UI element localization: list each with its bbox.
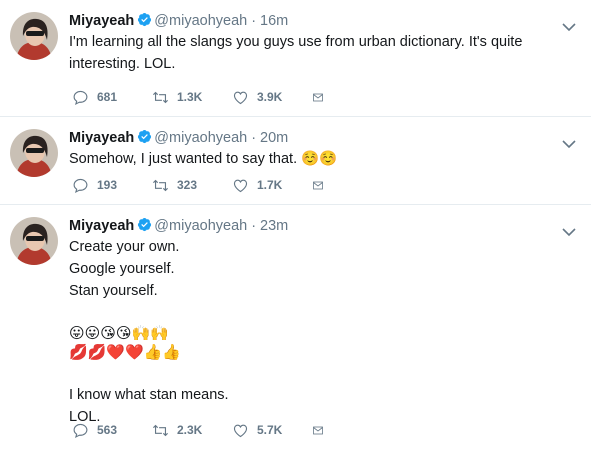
tweet-actions: 681 1.3K 3.9K xyxy=(72,87,332,107)
tweet-text-line: Create your own. xyxy=(69,239,180,255)
tweet-text-line: I know what stan means. xyxy=(69,387,229,403)
tweet[interactable]: Miyayeah @miyaohyeah · 20m Somehow, I just … xyxy=(0,117,591,205)
reply-count: 193 xyxy=(97,177,118,192)
handle[interactable]: @miyaohyeah xyxy=(154,13,247,29)
chevron-down-icon[interactable] xyxy=(559,222,579,242)
verified-badge-icon xyxy=(138,217,152,232)
tweet-text: Somehow, I just wanted to say that. ☺️☺️ xyxy=(69,148,581,170)
avatar[interactable] xyxy=(10,217,58,265)
display-name[interactable]: Miyayeah xyxy=(69,218,134,234)
reply-button[interactable]: 193 xyxy=(72,177,152,194)
tweet-text: I'm learning all the slangs you guys use… xyxy=(69,31,581,75)
emoji-row: 😛😛😘😘🙌🙌 xyxy=(69,325,169,342)
like-button[interactable]: 5.7K xyxy=(232,422,312,439)
reply-button[interactable]: 563 xyxy=(72,422,152,439)
handle[interactable]: @miyaohyeah xyxy=(154,130,247,146)
timestamp[interactable]: 20m xyxy=(260,130,288,146)
tweet-actions: 563 2.3K 5.7K xyxy=(72,420,332,440)
envelope-icon xyxy=(313,93,323,101)
tweet-text-line: Stan yourself. xyxy=(69,283,158,299)
retweet-icon xyxy=(153,179,168,191)
direct-message-button[interactable] xyxy=(312,177,332,194)
display-name[interactable]: Miyayeah xyxy=(69,13,134,29)
tweet-text-line: Somehow, I just wanted to say that. ☺️☺️ xyxy=(69,151,338,167)
envelope-icon xyxy=(313,181,323,189)
retweet-button[interactable]: 323 xyxy=(152,177,232,194)
separator-dot: · xyxy=(251,13,257,29)
tweet-header: Miyayeah @miyaohyeah · 23m xyxy=(69,216,581,236)
tweet-text-line: Google yourself. xyxy=(69,261,175,277)
verified-badge-icon xyxy=(138,129,152,144)
reply-count: 681 xyxy=(97,89,118,104)
retweet-count: 323 xyxy=(177,177,198,192)
heart-icon xyxy=(233,424,248,437)
retweet-icon xyxy=(153,424,168,436)
tweet-text-line: I'm learning all the slangs you guys use… xyxy=(69,34,523,50)
timeline: Miyayeah @miyaohyeah · 16m I'm learning all… xyxy=(0,0,591,451)
heart-icon xyxy=(233,91,248,104)
chevron-down-icon[interactable] xyxy=(559,17,579,37)
like-button[interactable]: 1.7K xyxy=(232,177,312,194)
chevron-down-icon[interactable] xyxy=(559,134,579,154)
timestamp[interactable]: 16m xyxy=(260,13,288,29)
retweet-count: 2.3K xyxy=(177,422,203,437)
avatar[interactable] xyxy=(10,129,58,177)
reply-icon xyxy=(73,423,88,438)
direct-message-button[interactable] xyxy=(312,89,332,106)
verified-badge-icon xyxy=(138,12,152,27)
timestamp[interactable]: 23m xyxy=(260,218,288,234)
tweet[interactable]: Miyayeah @miyaohyeah · 23m Create your own.… xyxy=(0,205,591,451)
avatar[interactable] xyxy=(10,12,58,60)
handle[interactable]: @miyaohyeah xyxy=(154,218,247,234)
emoji-row: 💋💋❤️❤️👍👍 xyxy=(69,344,182,361)
reply-count: 563 xyxy=(97,422,118,437)
retweet-button[interactable]: 1.3K xyxy=(152,89,232,106)
separator-dot: · xyxy=(251,130,257,146)
retweet-count: 1.3K xyxy=(177,89,203,104)
like-count: 3.9K xyxy=(257,89,283,104)
like-count: 1.7K xyxy=(257,177,283,192)
retweet-button[interactable]: 2.3K xyxy=(152,422,232,439)
heart-icon xyxy=(233,179,248,192)
reply-button[interactable]: 681 xyxy=(72,89,152,106)
display-name[interactable]: Miyayeah xyxy=(69,130,134,146)
tweet-header: Miyayeah @miyaohyeah · 16m xyxy=(69,11,581,31)
reply-icon xyxy=(73,178,88,193)
like-count: 5.7K xyxy=(257,422,283,437)
envelope-icon xyxy=(313,426,323,434)
direct-message-button[interactable] xyxy=(312,422,332,439)
separator-dot: · xyxy=(251,218,257,234)
tweet-actions: 193 323 1.7K xyxy=(72,175,332,195)
tweet-text: Create your own. Google yourself. Stan y… xyxy=(69,236,581,428)
tweet-header: Miyayeah @miyaohyeah · 20m xyxy=(69,128,581,148)
reply-icon xyxy=(73,90,88,105)
tweet-text-line: interesting. LOL. xyxy=(69,56,176,72)
retweet-icon xyxy=(153,91,168,103)
tweet[interactable]: Miyayeah @miyaohyeah · 16m I'm learning all… xyxy=(0,0,591,117)
like-button[interactable]: 3.9K xyxy=(232,89,312,106)
